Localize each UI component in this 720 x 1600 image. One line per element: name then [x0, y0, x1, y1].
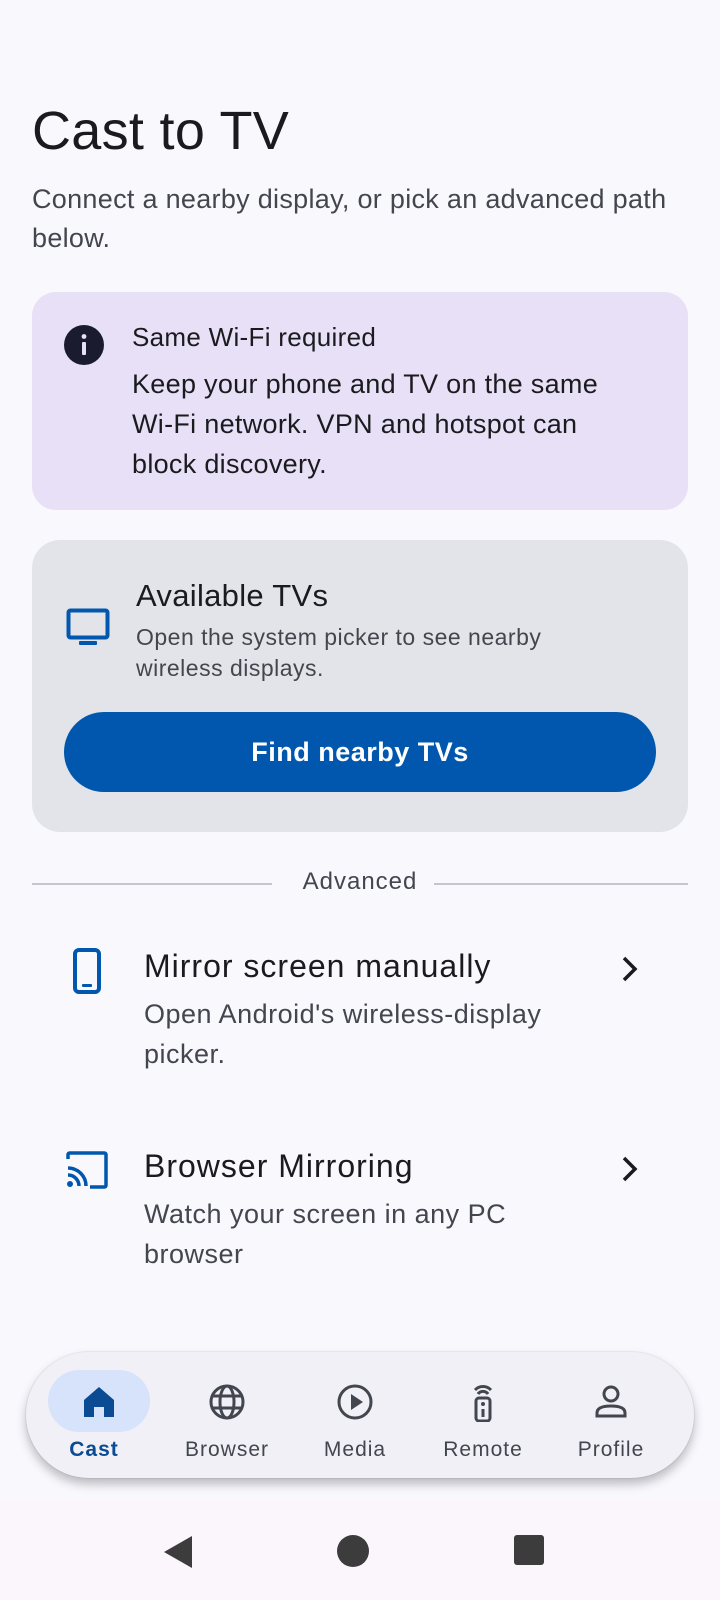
phone-icon — [73, 948, 101, 994]
chevron-right-icon — [622, 956, 638, 982]
nav-item-media[interactable]: Media — [287, 1352, 417, 1478]
info-body: Keep your phone and TV on the same Wi-Fi… — [132, 369, 599, 479]
find-nearby-tvs-button[interactable]: Find nearby TVs — [64, 712, 656, 792]
home-icon — [84, 1387, 114, 1417]
mirror-screen-subtitle: Open Android's wireless-display picker. — [144, 999, 542, 1069]
nav-item-profile[interactable]: Profile — [543, 1352, 673, 1478]
available-tvs-title: Available TVs — [136, 578, 329, 613]
advanced-section-label: Advanced — [302, 868, 418, 895]
home-button-icon[interactable] — [335, 1533, 371, 1569]
globe-icon — [209, 1384, 245, 1420]
back-icon[interactable] — [160, 1532, 196, 1572]
available-tvs-card: Available TVs Open the system picker to … — [32, 540, 688, 832]
bottom-navigation: Cast Browser Media Remote Profile — [26, 1352, 694, 1478]
tv-icon — [66, 608, 110, 645]
info-title: Same Wi-Fi required — [132, 322, 377, 352]
person-icon — [595, 1385, 627, 1418]
nav-item-cast[interactable]: Cast — [26, 1352, 156, 1478]
browser-mirroring-subtitle: Watch your screen in any PC browser — [144, 1199, 507, 1269]
recents-icon[interactable] — [512, 1533, 546, 1567]
nav-label-remote: Remote — [443, 1438, 523, 1461]
nav-item-browser[interactable]: Browser — [159, 1352, 289, 1478]
wifi-info-card: Same Wi-Fi required Keep your phone and … — [32, 292, 688, 510]
nav-label-media: Media — [323, 1438, 387, 1461]
mirror-screen-title: Mirror screen manually — [144, 948, 492, 984]
available-tvs-subtitle: Open the system picker to see nearby wir… — [136, 624, 542, 681]
play-circle-icon — [337, 1384, 373, 1420]
chevron-right-icon — [622, 1156, 638, 1182]
nav-label-profile: Profile — [577, 1438, 645, 1461]
browser-mirroring-item[interactable]: Browser Mirroring Watch your screen in a… — [32, 1142, 688, 1312]
nav-label-cast: Cast — [69, 1438, 119, 1461]
nav-item-remote[interactable]: Remote — [415, 1352, 545, 1478]
page-title: Cast to TV — [32, 101, 290, 161]
cast-icon — [66, 1151, 108, 1189]
browser-mirroring-title: Browser Mirroring — [144, 1148, 414, 1184]
mirror-screen-item[interactable]: Mirror screen manually Open Android's wi… — [32, 942, 688, 1112]
divider-line-right — [434, 883, 688, 885]
system-navigation-bar — [0, 1500, 720, 1600]
status-bar — [0, 0, 720, 60]
info-icon — [64, 325, 104, 365]
page-subtitle: Connect a nearby display, or pick an adv… — [32, 184, 667, 253]
nav-label-browser: Browser — [184, 1438, 270, 1461]
remote-icon — [473, 1385, 493, 1422]
